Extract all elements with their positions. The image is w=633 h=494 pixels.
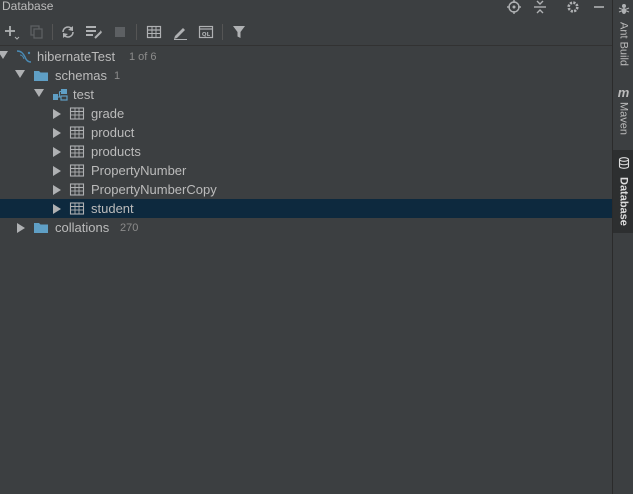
table-name: PropertyNumber <box>91 163 187 178</box>
gear-icon[interactable] <box>565 0 581 14</box>
collapse-all-icon[interactable] <box>532 0 548 14</box>
locate-icon[interactable] <box>506 0 522 14</box>
copy-icon[interactable] <box>26 23 46 41</box>
expand-arrow-icon[interactable] <box>53 185 61 195</box>
table-icon <box>69 125 85 140</box>
expand-arrow-icon[interactable] <box>34 89 44 97</box>
schema-name: test <box>73 87 94 102</box>
maven-tab[interactable]: m Maven <box>613 86 633 142</box>
ant-build-label: Ant Build <box>617 22 630 67</box>
database-label: Database <box>617 177 630 226</box>
ant-build-tab[interactable]: Ant Build <box>613 2 633 68</box>
table-icon <box>69 163 85 178</box>
mysql-datasource-icon <box>16 49 32 64</box>
table-icon <box>69 201 85 216</box>
table-row[interactable]: grade <box>0 104 612 123</box>
refresh-icon[interactable] <box>58 23 78 41</box>
datasource-name: hibernateTest <box>37 49 116 64</box>
collations-count: 270 <box>120 222 139 234</box>
table-icon <box>69 182 85 197</box>
stop-icon[interactable] <box>110 23 130 41</box>
table-row[interactable]: product <box>0 123 612 142</box>
toolbar-separator <box>52 24 53 40</box>
tree-node-schemas[interactable]: schemas 1 <box>0 66 612 85</box>
table-row[interactable]: PropertyNumberCopy <box>0 180 612 199</box>
maven-icon: m <box>617 85 630 100</box>
expand-arrow-icon[interactable] <box>53 166 61 176</box>
table-name: products <box>91 144 141 159</box>
database-icon <box>618 156 630 174</box>
table-icon[interactable] <box>144 23 164 41</box>
table-name: student <box>91 201 134 216</box>
database-toolbar: QL <box>0 18 612 46</box>
schemas-count: 1 <box>114 70 121 82</box>
filter-icon[interactable] <box>229 23 249 41</box>
tree-node-collations[interactable]: collations 270 <box>0 218 612 237</box>
datasource-count: 1 of 6 <box>129 51 157 63</box>
table-name: grade <box>91 106 125 121</box>
expand-arrow-icon[interactable] <box>17 223 25 233</box>
expand-arrow-icon[interactable] <box>53 109 61 119</box>
table-name: product <box>91 125 135 140</box>
database-tab[interactable]: Database <box>613 150 633 233</box>
table-row[interactable]: PropertyNumber <box>0 161 612 180</box>
toolbar-separator <box>222 24 223 40</box>
add-icon[interactable] <box>2 23 22 41</box>
maven-label: Maven <box>617 102 630 136</box>
schemas-label: schemas <box>55 68 108 83</box>
folder-icon <box>33 68 49 83</box>
database-tool-window: Database QL hibernateTest 1 of 6 schemas… <box>0 0 612 494</box>
table-icon <box>69 106 85 121</box>
sql-console-icon[interactable]: QL <box>196 23 216 41</box>
table-row[interactable]: products <box>0 142 612 161</box>
expand-arrow-icon[interactable] <box>53 147 61 157</box>
right-tool-stripe: Ant Build m Maven Database <box>612 0 633 494</box>
folder-icon <box>33 220 49 235</box>
table-name: PropertyNumberCopy <box>91 182 217 197</box>
toolbar-separator <box>136 24 137 40</box>
tree-node-datasource[interactable]: hibernateTest 1 of 6 <box>0 47 612 66</box>
expand-arrow-icon[interactable] <box>53 128 61 138</box>
expand-arrow-icon[interactable] <box>0 51 8 59</box>
expand-arrow-icon[interactable] <box>53 204 61 214</box>
tree-node-schema-test[interactable]: test <box>0 85 612 104</box>
table-icon <box>69 144 85 159</box>
ant-icon <box>618 2 630 20</box>
schema-icon <box>52 87 68 102</box>
minimize-icon[interactable] <box>591 0 607 14</box>
expand-arrow-icon[interactable] <box>15 70 25 78</box>
tool-window-title: Database <box>2 0 54 13</box>
schema-sync-icon[interactable] <box>84 23 104 41</box>
table-row-selected[interactable]: student <box>0 199 612 218</box>
collations-label: collations <box>55 220 110 235</box>
tool-window-header: Database <box>0 0 612 15</box>
svg-text:QL: QL <box>202 32 211 38</box>
edit-icon[interactable] <box>170 23 190 41</box>
